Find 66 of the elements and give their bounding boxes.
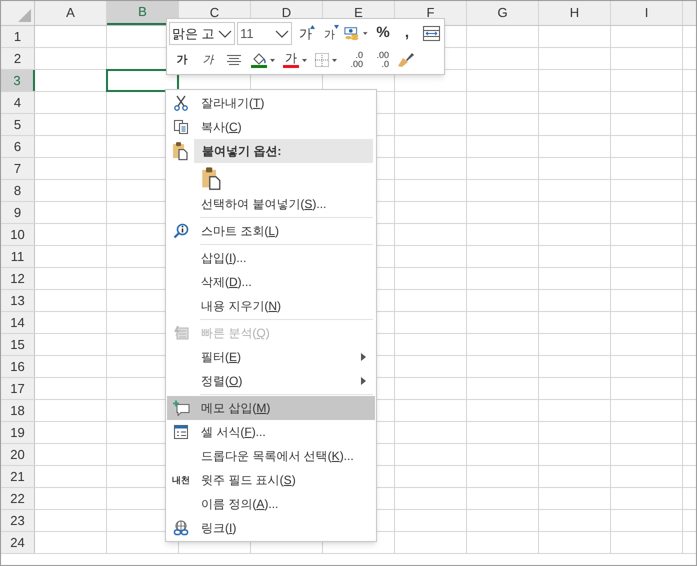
- quick-analysis-icon: [173, 325, 189, 341]
- row-header[interactable]: 7: [1, 158, 35, 179]
- row-header[interactable]: 19: [1, 422, 35, 443]
- phonetic-icon: 내천: [172, 476, 190, 484]
- row-header[interactable]: 9: [1, 202, 35, 223]
- magnifier-icon: [173, 223, 189, 239]
- copy-icon: [173, 119, 189, 135]
- row-header[interactable]: 14: [1, 312, 35, 333]
- triangle-down-icon: [334, 24, 340, 28]
- chevron-down-icon: [218, 30, 232, 38]
- row-header[interactable]: 20: [1, 444, 35, 465]
- comment-plus-icon: [172, 400, 190, 416]
- row-header[interactable]: 18: [1, 400, 35, 421]
- increase-font-size-button[interactable]: 가: [294, 22, 316, 44]
- triangle-up-icon: [310, 24, 316, 28]
- row-header[interactable]: 4: [1, 92, 35, 113]
- column-header[interactable]: G: [467, 1, 539, 25]
- row-header[interactable]: 5: [1, 114, 35, 135]
- merge-cells-icon: [422, 26, 440, 41]
- paint-bucket-icon: [252, 52, 266, 64]
- row-header[interactable]: 21: [1, 466, 35, 487]
- paste-clipboard-icon: [201, 166, 221, 190]
- column-header[interactable]: B: [107, 1, 179, 25]
- paste-options-header: 붙여넣기 옵션:: [194, 139, 373, 163]
- row-header[interactable]: 23: [1, 510, 35, 531]
- row-header[interactable]: 24: [1, 532, 35, 553]
- row-header[interactable]: 2: [1, 48, 35, 69]
- caret-icon: [302, 58, 307, 62]
- chevron-down-icon: [275, 30, 290, 38]
- row-header[interactable]: 11: [1, 246, 35, 267]
- row-header[interactable]: 22: [1, 488, 35, 509]
- align-center-icon: [227, 55, 241, 65]
- bold-button[interactable]: 가: [171, 49, 193, 71]
- row-header[interactable]: 12: [1, 268, 35, 289]
- borders-icon: [315, 53, 329, 67]
- increase-decimal-button[interactable]: .0 .00: [343, 49, 365, 71]
- row-header[interactable]: 17: [1, 378, 35, 399]
- row-header[interactable]: 10: [1, 224, 35, 245]
- money-icon: [344, 26, 360, 42]
- paintbrush-icon: [397, 52, 415, 68]
- row-header[interactable]: 8: [1, 180, 35, 201]
- caret-icon: [363, 32, 368, 35]
- column-header[interactable]: H: [539, 1, 611, 25]
- column-header[interactable]: I: [611, 1, 683, 25]
- triangle-icon: [18, 9, 31, 22]
- comma-style-button[interactable]: ,: [396, 22, 418, 44]
- font-color-button[interactable]: 가: [281, 49, 309, 71]
- format-cells-icon: [173, 424, 189, 440]
- row-header[interactable]: 15: [1, 334, 35, 355]
- decrease-font-size-button[interactable]: 가: [318, 22, 340, 44]
- row-header[interactable]: 1: [1, 26, 35, 47]
- row-header[interactable]: 13: [1, 290, 35, 311]
- row-header[interactable]: 6: [1, 136, 35, 157]
- menu-item[interactable]: 메모 삽입(M): [167, 396, 375, 420]
- font-size-combobox[interactable]: 11: [237, 22, 292, 45]
- caret-icon: [270, 58, 275, 62]
- row-header[interactable]: 16: [1, 356, 35, 377]
- scissors-icon: [173, 95, 189, 111]
- link-globe-icon: [173, 520, 189, 536]
- row-header[interactable]: 3: [1, 70, 35, 91]
- decrease-decimal-button[interactable]: .00 .0: [369, 49, 391, 71]
- caret-icon: [332, 58, 337, 62]
- font-name-combobox[interactable]: 맑은 고: [169, 22, 236, 45]
- clipboard-icon: [172, 141, 188, 161]
- percent-style-button[interactable]: %: [372, 22, 394, 44]
- italic-button[interactable]: 가: [197, 49, 219, 71]
